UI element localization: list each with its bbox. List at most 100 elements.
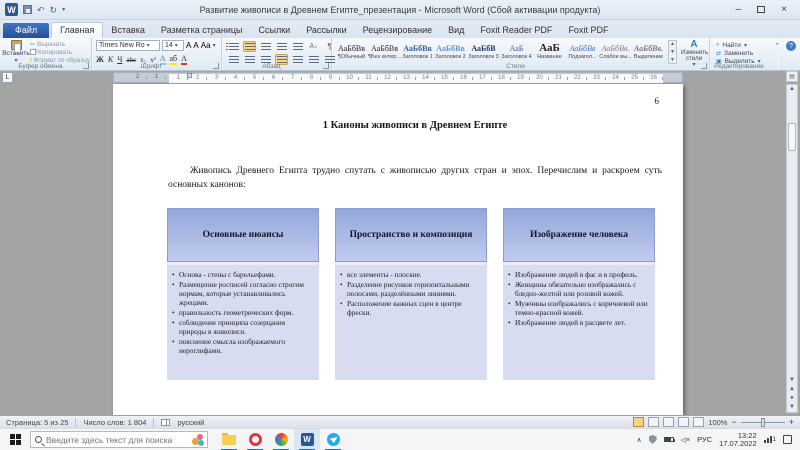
- canon-box-3[interactable]: Изображение человека Изображение людей в…: [503, 208, 655, 380]
- style-item[interactable]: АаБбВв ¶Обычный: [335, 40, 368, 64]
- multilevel-list-button[interactable]: [259, 41, 272, 52]
- word-count[interactable]: Число слов: 1 804: [83, 418, 146, 427]
- network-icon[interactable]: 1: [763, 436, 776, 443]
- find-button[interactable]: ⌕ Найти ▾: [716, 41, 761, 49]
- dialog-launcher-icon[interactable]: [213, 63, 219, 69]
- increase-indent-button[interactable]: [291, 41, 304, 52]
- scroll-down-icon[interactable]: ▼: [670, 49, 675, 55]
- vertical-scrollbar[interactable]: ▲ ▼ ▲ ● ▼: [786, 84, 798, 413]
- zoom-slider[interactable]: [740, 417, 785, 427]
- copy-button[interactable]: Копировать: [30, 48, 90, 56]
- start-button[interactable]: [0, 429, 30, 450]
- file-explorer-button[interactable]: [216, 429, 242, 450]
- dialog-launcher-icon[interactable]: [701, 63, 707, 69]
- style-gallery-scroll[interactable]: ▲ ▼ ▼: [668, 40, 677, 64]
- battery-icon[interactable]: [663, 437, 675, 442]
- paste-button[interactable]: Вставить ▾: [2, 40, 30, 64]
- cut-button[interactable]: ✂ Вырезать: [30, 40, 90, 48]
- volume-muted-icon[interactable]: ◁×: [681, 436, 690, 444]
- zoom-in-icon[interactable]: +: [789, 417, 794, 427]
- numbered-list-button[interactable]: [243, 41, 256, 52]
- first-line-indent-marker[interactable]: [187, 72, 192, 78]
- collapse-ribbon-icon[interactable]: ⌃: [774, 42, 780, 50]
- canon-box-2[interactable]: Пространство и композиция все элементы -…: [335, 208, 487, 380]
- style-item[interactable]: АаБбВв Подзагол...: [566, 40, 599, 64]
- print-layout-view-button[interactable]: [633, 417, 645, 427]
- save-icon[interactable]: [23, 5, 32, 14]
- replace-button[interactable]: ⇄ Заменить: [716, 49, 761, 57]
- decrease-indent-button[interactable]: [275, 41, 288, 52]
- shrink-font-button[interactable]: А: [193, 41, 198, 50]
- browser-button[interactable]: [268, 429, 294, 450]
- style-item[interactable]: АаБ Заголовок 4: [500, 40, 533, 64]
- style-item[interactable]: АаБбВ Заголовок 3: [467, 40, 500, 64]
- document-page[interactable]: 6 1 Каноны живописи в Древнем Египте Жив…: [113, 84, 683, 415]
- dialog-launcher-icon[interactable]: [323, 63, 329, 69]
- language-indicator[interactable]: русский: [177, 418, 204, 427]
- style-item[interactable]: АаБбВв. Слабое вы...: [599, 40, 632, 64]
- tab-stop-selector[interactable]: L: [2, 72, 13, 83]
- hidden-icons-chevron[interactable]: ∧: [636, 436, 641, 444]
- style-item[interactable]: АаБбВв ¶Без интер...: [368, 40, 401, 64]
- ribbon-tab[interactable]: Главная: [51, 22, 104, 38]
- help-icon[interactable]: ?: [786, 41, 796, 51]
- zoom-slider-thumb[interactable]: [760, 417, 765, 427]
- dialog-launcher-icon[interactable]: [83, 63, 89, 69]
- close-button[interactable]: ×: [781, 4, 787, 15]
- taskbar-search[interactable]: [30, 431, 208, 448]
- style-item[interactable]: АаБбВв Заголовок 2: [434, 40, 467, 64]
- font-size-select[interactable]: 14 ▾: [162, 40, 184, 51]
- proofing-icon[interactable]: [161, 418, 171, 426]
- fullscreen-view-button[interactable]: [648, 417, 660, 427]
- canon-box-1[interactable]: Основные нюансы Основа - стены с барелье…: [167, 208, 319, 380]
- page-indicator[interactable]: Страница: 5 из 25: [6, 418, 68, 427]
- scroll-down-icon[interactable]: ▼: [789, 376, 795, 384]
- word-taskbar-button[interactable]: W: [294, 428, 320, 450]
- zoom-level[interactable]: 100%: [708, 418, 727, 427]
- search-highlight-icon[interactable]: [191, 433, 205, 447]
- scrollbar-thumb[interactable]: [788, 123, 796, 151]
- change-styles-icon: A: [690, 39, 698, 50]
- web-layout-view-button[interactable]: [663, 417, 675, 427]
- horizontal-ruler[interactable]: 21 1 2 3 4 5 6 7 8 9 10 11 12 13 14 15 16 17 18 19 20 21 22 23…: [113, 72, 683, 83]
- redo-icon[interactable]: ↻: [50, 5, 58, 15]
- scroll-up-icon[interactable]: ▲: [789, 85, 795, 93]
- ruler-toggle-icon[interactable]: ▤: [786, 71, 798, 82]
- telegram-button[interactable]: [320, 429, 346, 450]
- font-name-select[interactable]: Times New Ro ▾: [96, 40, 160, 51]
- draft-view-button[interactable]: [693, 417, 705, 427]
- ribbon-tab[interactable]: Файл: [3, 23, 50, 38]
- taskbar-clock[interactable]: 13:22 17.07.2022: [719, 431, 757, 448]
- ribbon-tab[interactable]: Вставка: [103, 23, 152, 38]
- bullet-list-button[interactable]: [225, 41, 240, 52]
- qat-dropdown-icon[interactable]: ▾: [62, 5, 65, 15]
- ribbon-tab[interactable]: Рецензирование: [355, 23, 441, 38]
- next-page-icon[interactable]: ▼: [789, 403, 795, 411]
- style-item[interactable]: АаБ Название: [533, 40, 566, 64]
- maximize-button[interactable]: [757, 6, 766, 13]
- zoom-out-icon[interactable]: −: [731, 417, 736, 427]
- input-language[interactable]: РУС: [697, 435, 712, 444]
- undo-icon[interactable]: ↶: [37, 5, 45, 15]
- ribbon-tab[interactable]: Foxit PDF: [560, 23, 616, 38]
- change-case-button[interactable]: Аа: [201, 41, 211, 50]
- opera-button[interactable]: [242, 429, 268, 450]
- grow-font-button[interactable]: А: [186, 41, 191, 50]
- sort-button[interactable]: А↓: [307, 41, 320, 52]
- outline-view-button[interactable]: [678, 417, 690, 427]
- style-item[interactable]: АаБбВв Заголовок 1: [401, 40, 434, 64]
- ribbon-tab[interactable]: Вид: [440, 23, 472, 38]
- word-app-icon: W: [5, 3, 18, 16]
- select-browse-object-icon[interactable]: ●: [790, 394, 794, 402]
- action-center-icon[interactable]: [783, 435, 792, 444]
- scroll-up-icon[interactable]: ▲: [670, 41, 675, 47]
- search-input[interactable]: [46, 434, 176, 445]
- ribbon-tab[interactable]: Foxit Reader PDF: [472, 23, 560, 38]
- ribbon-tab[interactable]: Ссылки: [251, 23, 299, 38]
- style-item[interactable]: АаБбВв. Выделение: [632, 40, 665, 64]
- previous-page-icon[interactable]: ▲: [789, 385, 795, 393]
- ribbon-tab[interactable]: Разметка страницы: [153, 23, 251, 38]
- security-shield-icon[interactable]: [648, 435, 657, 444]
- ribbon-tab[interactable]: Рассылки: [298, 23, 354, 38]
- minimize-button[interactable]: –: [736, 4, 742, 15]
